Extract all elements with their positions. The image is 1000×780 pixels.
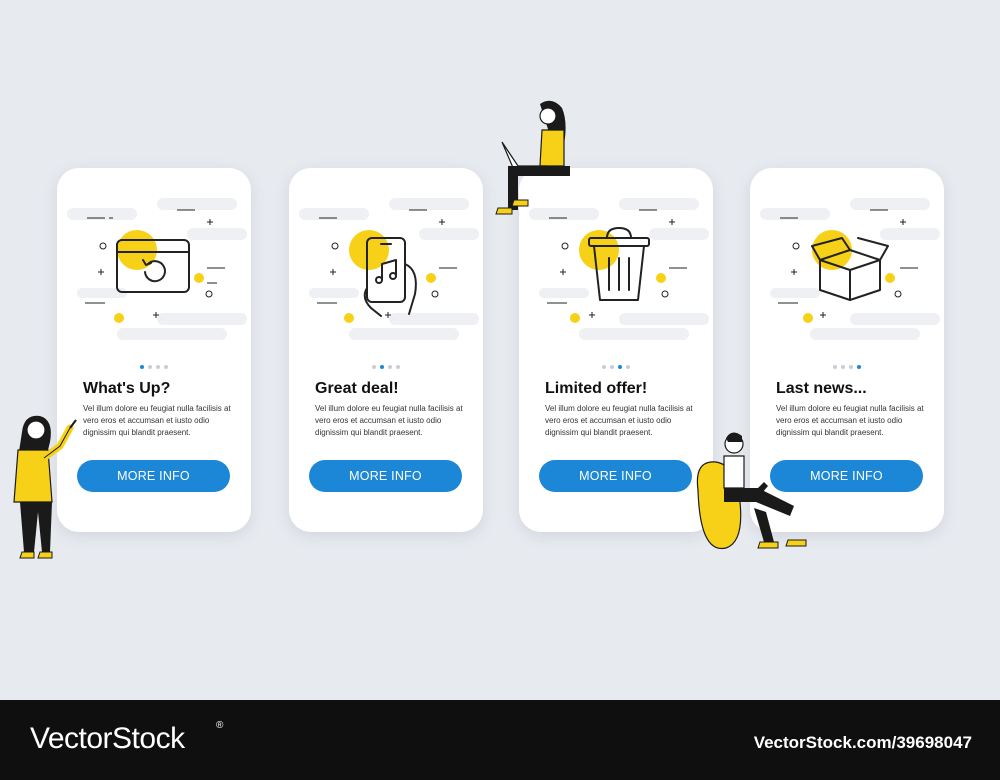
page-dot[interactable] [140, 365, 144, 369]
page-dot[interactable] [833, 365, 837, 369]
stock-id: VectorStock.com/39698047 [753, 733, 972, 752]
onboarding-card-2: Great deal! Vel illum dolore eu feugiat … [289, 168, 483, 532]
woman-pointing-illustration [13, 415, 77, 559]
pagination-dots [57, 365, 251, 369]
page-dot[interactable] [388, 365, 392, 369]
page-dot[interactable] [396, 365, 400, 369]
card-title: Great deal! [315, 380, 399, 397]
pagination-dots [519, 365, 713, 369]
page-dot[interactable] [857, 365, 861, 369]
man-beanbag-illustration [696, 432, 807, 550]
card-description: Vel illum dolore eu feugiat nulla facili… [545, 404, 693, 437]
card-title: Limited offer! [545, 380, 648, 397]
page-dot[interactable] [156, 365, 160, 369]
page-dot[interactable] [602, 365, 606, 369]
card-title: Last news... [776, 380, 867, 397]
page-dot[interactable] [626, 365, 630, 369]
card-illustration [760, 198, 940, 340]
card-description: Vel illum dolore eu feugiat nulla facili… [83, 404, 231, 437]
page-dot[interactable] [849, 365, 853, 369]
more-info-button[interactable]: MORE INFO [309, 460, 462, 492]
card-illustration [299, 198, 479, 340]
registered-mark: ® [216, 720, 224, 731]
card-illustration [67, 198, 247, 340]
page-dot[interactable] [618, 365, 622, 369]
pagination-dots [750, 365, 944, 369]
page-dot[interactable] [148, 365, 152, 369]
page-dot[interactable] [164, 365, 168, 369]
woman-laptop-illustration [495, 100, 570, 215]
card-title: What's Up? [83, 380, 171, 397]
more-info-button[interactable]: MORE INFO [539, 460, 692, 492]
pagination-dots [289, 365, 483, 369]
page-dot[interactable] [841, 365, 845, 369]
page-dot[interactable] [380, 365, 384, 369]
watermark-footer: VectorStock ® VectorStock.com/39698047 [0, 700, 1000, 780]
brand-logo: VectorStock [30, 722, 185, 755]
page-dot[interactable] [610, 365, 614, 369]
page-dot[interactable] [372, 365, 376, 369]
card-description: Vel illum dolore eu feugiat nulla facili… [315, 404, 463, 437]
more-info-button[interactable]: MORE INFO [77, 460, 230, 492]
